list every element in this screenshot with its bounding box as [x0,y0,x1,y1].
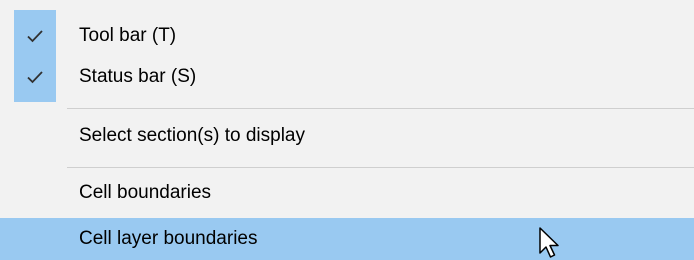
menu-item-cell-boundaries[interactable]: Cell boundaries [0,168,694,218]
mouse-pointer-icon [539,227,559,258]
menu-item-select-sections[interactable]: Select section(s) to display [0,110,694,162]
checkmark-icon [27,71,43,84]
menu-item-label: Select section(s) to display [79,125,305,146]
menu-item-status-bar[interactable]: Status bar (S) [0,52,694,102]
context-menu: Tool bar (T) Status bar (S) Select secti… [0,0,694,260]
menu-item-label: Cell boundaries [79,182,212,203]
menu-item-cell-layer-boundaries[interactable]: Cell layer boundaries [0,218,694,260]
check-area [14,52,56,102]
menu-item-label: Tool bar (T) [79,25,177,46]
menu-item-label: Cell layer boundaries [79,228,258,249]
menu-separator [67,108,694,109]
menu-item-label: Status bar (S) [79,66,197,87]
checkmark-icon [27,30,43,43]
